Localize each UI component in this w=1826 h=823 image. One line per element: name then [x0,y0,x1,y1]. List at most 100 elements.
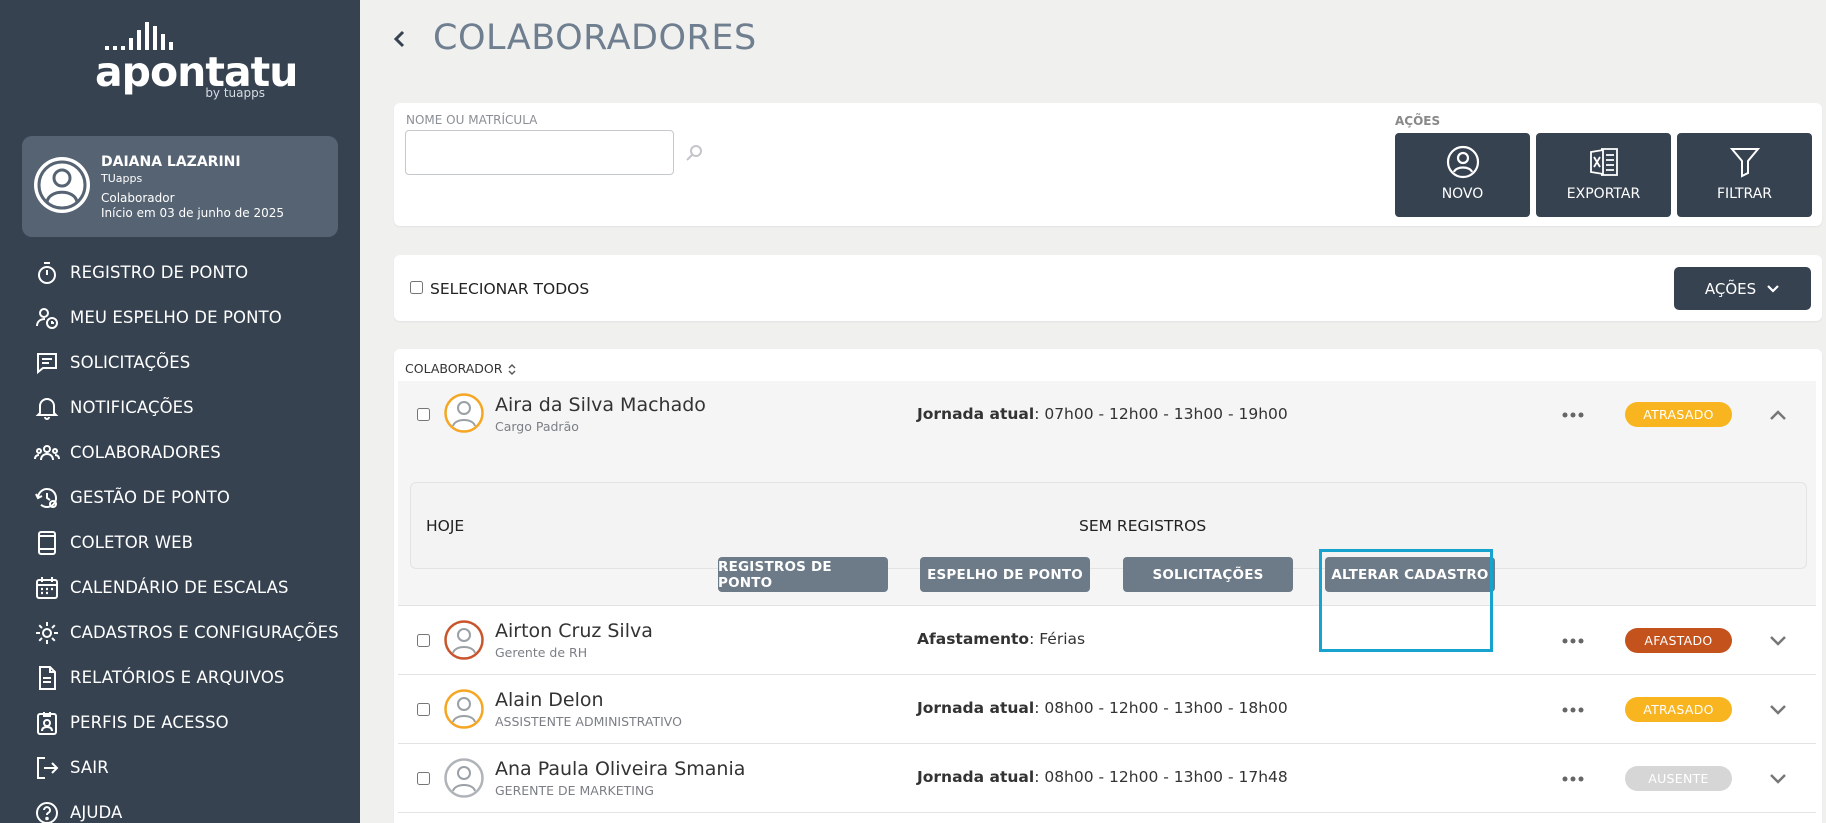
search-field-label: NOME OU MATRÍCULA [406,113,538,127]
novo-button[interactable]: NOVO [1395,133,1530,217]
sidebar-item-coletor-web[interactable]: COLETOR WEB [0,520,360,565]
search-icon[interactable] [684,143,704,163]
sidebar-item-notificacoes[interactable]: NOTIFICAÇÕES [0,385,360,430]
row-role: GERENTE DE MARKETING [495,783,654,798]
sidebar-item-meu-espelho-de-ponto[interactable]: MEU ESPELHO DE PONTO [0,295,360,340]
more-options-icon[interactable] [1561,706,1585,714]
sidebar-item-registro-de-ponto[interactable]: REGISTRO DE PONTO [0,250,360,295]
row-checkbox[interactable] [417,634,430,647]
sidebar-item-perfis-de-acesso[interactable]: PERFIS DE ACESSO [0,700,360,745]
row-info-label: Afastamento [917,630,1030,648]
sidebar-menu: REGISTRO DE PONTO MEU ESPELHO DE PONTO S… [0,250,360,823]
more-options-icon[interactable] [1561,637,1585,645]
sidebar-item-ajuda[interactable]: AJUDA [0,790,360,823]
collaborator-list: COLABORADOR Aira da Silva Machado Cargo … [394,349,1822,823]
sidebar-item-sair[interactable]: SAIR [0,745,360,790]
filtrar-button[interactable]: FILTRAR [1677,133,1812,217]
row-name[interactable]: Airton Cruz Silva [495,620,653,642]
table-row[interactable]: Airton Cruz Silva Gerente de RH Afastame… [398,606,1816,675]
sidebar-item-relatorios-e-arquivos[interactable]: RELATÓRIOS E ARQUIVOS [0,655,360,700]
select-all-checkbox[interactable] [410,281,423,294]
row-info: Jornada atual: 07h00 - 12h00 - 13h00 - 1… [917,405,1288,423]
today-summary: HOJE SEM REGISTROS [410,482,1807,569]
table-row[interactable]: Ana Paula Oliveira Smania GERENTE DE MAR… [398,744,1816,813]
row-role: Gerente de RH [495,645,588,660]
row-checkbox[interactable] [417,703,430,716]
row-checkbox[interactable] [417,772,430,785]
sidebar-item-label: CADASTROS E CONFIGURAÇÕES [70,623,339,642]
filter-icon [1729,148,1760,178]
row-name[interactable]: Ana Paula Oliveira Smania [495,758,745,780]
sidebar-item-gestao-de-ponto[interactable]: GESTÃO DE PONTO [0,475,360,520]
help-icon [36,801,58,823]
row-info-value: : 08h00 - 12h00 - 13h00 - 18h00 [1034,699,1288,717]
chevron-down-icon[interactable] [1768,703,1788,717]
avatar-icon [444,620,484,660]
sidebar-item-label: SAIR [70,758,109,777]
sidebar-item-cadastros-e-configuracoes[interactable]: CADASTROS E CONFIGURAÇÕES [0,610,360,655]
sidebar-item-label: AJUDA [70,803,123,822]
chat-list-icon [37,352,57,374]
today-label: HOJE [426,517,465,535]
row-info-value: : 07h00 - 12h00 - 13h00 - 19h00 [1034,405,1288,423]
row-name[interactable]: Aira da Silva Machado [495,394,706,416]
logo-by: by tuapps [205,86,265,100]
status-badge: AUSENTE [1625,766,1732,791]
row-info-label: Jornada atual [917,405,1035,423]
today-status: SEM REGISTROS [1079,517,1207,535]
back-chevron-icon[interactable] [388,24,412,54]
sidebar-item-label: MEU ESPELHO DE PONTO [70,308,282,327]
sidebar-item-label: NOTIFICAÇÕES [70,398,194,417]
table-row[interactable]: Alain Delon ASSISTENTE ADMINISTRATIVO Jo… [398,675,1816,744]
chevron-up-icon[interactable] [1768,408,1788,422]
selection-bar: SELECIONAR TODOS AÇÕES [394,255,1822,321]
app-logo[interactable]: apontatu by tuapps [95,20,298,100]
bell-icon [35,397,59,420]
chevron-down-icon[interactable] [1768,772,1788,786]
more-options-icon[interactable] [1561,411,1585,419]
avatar-icon [444,393,484,433]
sidebar-item-label: COLETOR WEB [70,533,194,552]
status-badge: ATRASADO [1625,402,1732,427]
espelho-de-ponto-button[interactable]: ESPELHO DE PONTO [920,557,1090,592]
excel-icon [1589,148,1618,176]
sidebar-item-label: RELATÓRIOS E ARQUIVOS [70,668,285,687]
row-info: Jornada atual: 08h00 - 12h00 - 13h00 - 1… [917,768,1288,786]
acoes-dropdown-button[interactable]: AÇÕES [1674,267,1811,310]
more-options-icon[interactable] [1561,775,1585,783]
select-all-label[interactable]: SELECIONAR TODOS [430,280,589,298]
registros-de-ponto-button[interactable]: REGISTROS DE PONTO [718,557,888,592]
user-company: TUapps [101,172,143,185]
sort-icon [508,363,516,375]
row-info: Afastamento: Férias [917,630,1085,648]
avatar-icon [444,689,484,729]
filter-card: NOME OU MATRÍCULA AÇÕES NOVO EXPORTAR FI… [394,103,1822,226]
row-info-value: : Férias [1029,630,1086,648]
row-checkbox[interactable] [417,408,430,421]
column-header-label: COLABORADOR [405,361,503,376]
sidebar-item-colaboradores[interactable]: COLABORADORES [0,430,360,475]
table-row[interactable]: Aira da Silva Machado Cargo Padrão Jorna… [398,381,1816,652]
row-role: Cargo Padrão [495,419,579,434]
user-role: Colaborador [101,191,175,205]
sidebar-item-label: SOLICITAÇÕES [70,353,191,372]
solicitacoes-button[interactable]: SOLICITAÇÕES [1123,557,1293,592]
stopwatch-icon [38,261,56,284]
user-card[interactable]: DAIANA LAZARINI TUapps Colaborador Iníci… [22,136,338,237]
sidebar-item-solicitacoes[interactable]: SOLICITAÇÕES [0,340,360,385]
status-badge: ATRASADO [1625,697,1732,722]
exportar-button[interactable]: EXPORTAR [1536,133,1671,217]
signal-bars-icon [105,22,173,50]
search-input[interactable] [405,130,674,175]
chevron-down-icon[interactable] [1768,634,1788,648]
alterar-cadastro-button[interactable]: ALTERAR CADASTRO [1325,557,1495,592]
sidebar-item-calendario-de-escalas[interactable]: CALENDÁRIO DE ESCALAS [0,565,360,610]
column-header-colaborador[interactable]: COLABORADOR [405,361,517,376]
calendar-icon [36,576,58,599]
users-icon [34,444,60,460]
user-name: DAIANA LAZARINI [101,154,241,170]
tablet-icon [38,530,56,555]
acoes-label: AÇÕES [1704,279,1757,298]
row-name[interactable]: Alain Delon [495,689,604,711]
chevron-down-icon [1767,284,1779,293]
